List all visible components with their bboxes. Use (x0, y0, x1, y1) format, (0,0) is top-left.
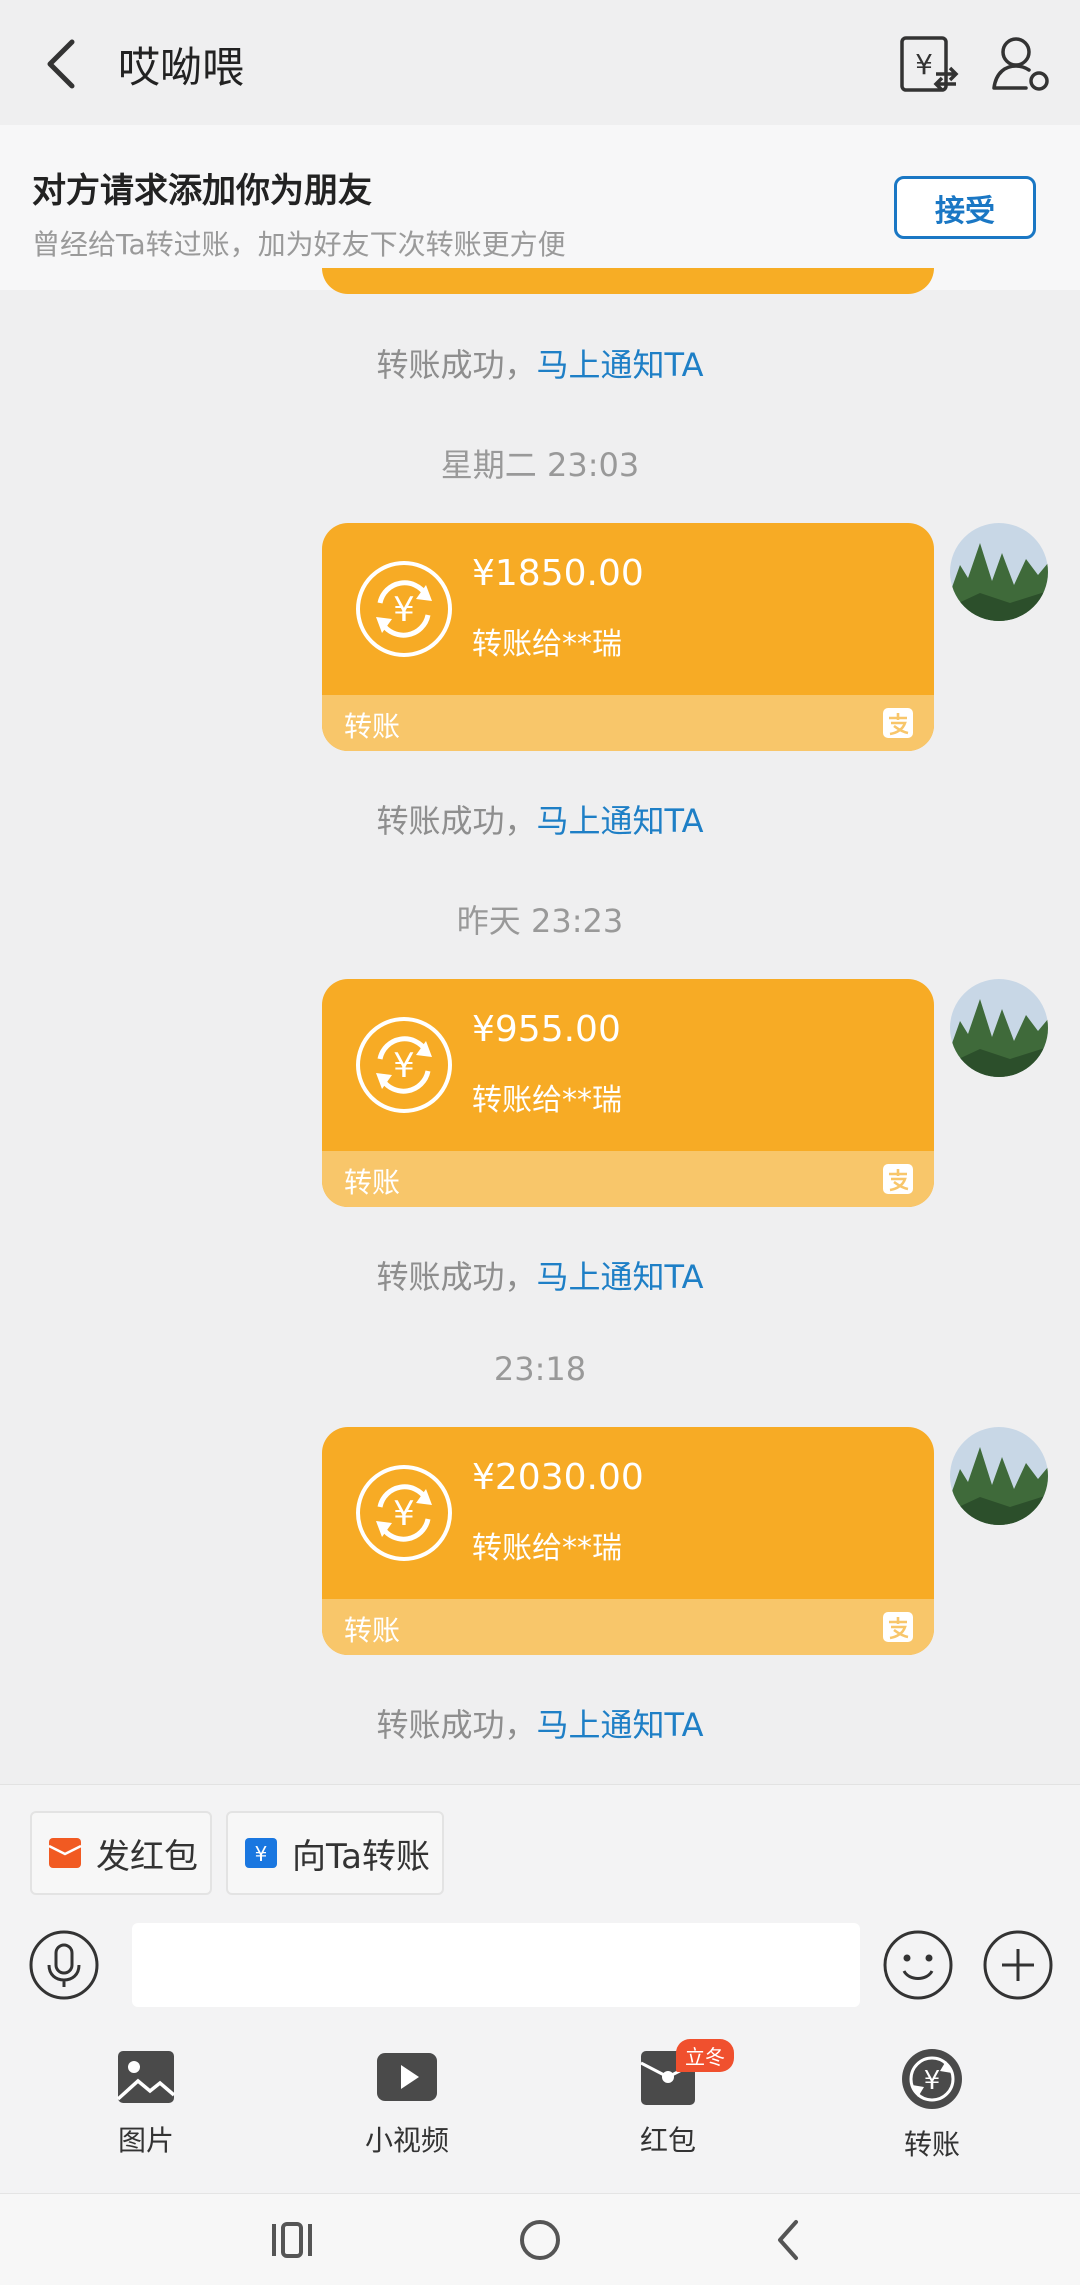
notice-text: 转账成功， (376, 1258, 537, 1296)
tool-label: 转账 (903, 2128, 960, 2161)
transfer-icon: ¥ (902, 2049, 962, 2109)
transfer-description: 转账给**瑞 (472, 1531, 622, 1566)
transfer-description: 转账给**瑞 (472, 1083, 622, 1118)
accept-button[interactable]: 接受 (894, 176, 1036, 239)
svg-text:¥: ¥ (255, 1842, 268, 1866)
festival-badge: 立冬 (676, 2039, 734, 2072)
back-icon (47, 39, 75, 89)
card-body: ¥ ¥955.00 转账给**瑞 (322, 979, 934, 1151)
send-red-packet-button[interactable]: 发红包 (30, 1811, 212, 1895)
notice-text: 转账成功， (376, 346, 537, 384)
transfer-icon: ¥ (245, 1838, 277, 1868)
transfer-amount: ¥2030.00 (472, 1457, 644, 1498)
alipay-icon (883, 1612, 913, 1642)
notify-link[interactable]: 马上通知TA (537, 1706, 704, 1744)
notify-link[interactable]: 马上通知TA (537, 802, 704, 840)
transfer-success-notice: 转账成功，马上通知TA (0, 796, 1080, 842)
transfer-icon: ¥ (356, 1465, 452, 1561)
home-icon[interactable] (510, 2214, 570, 2266)
card-footer: 转账 (322, 695, 934, 751)
card-body: ¥ ¥1850.00 转账给**瑞 (322, 523, 934, 695)
header: 哎呦喂 ¥ (0, 0, 1080, 125)
alipay-icon (883, 708, 913, 738)
transfer-description: 转账给**瑞 (472, 627, 622, 662)
notify-link[interactable]: 马上通知TA (537, 346, 704, 384)
send-red-packet-label: 发红包 (96, 1836, 198, 1877)
avatar-landscape-image (950, 523, 1048, 621)
card-footer-label: 转账 (344, 1166, 401, 1199)
card-footer: 转账 (322, 1151, 934, 1207)
svg-text:¥: ¥ (393, 1046, 415, 1086)
card-footer: 转账 (322, 1599, 934, 1655)
plus-icon[interactable] (982, 1929, 1054, 2001)
svg-text:¥: ¥ (393, 590, 415, 630)
transfer-to-ta-label: 向Ta转账 (292, 1836, 430, 1877)
recent-apps-icon[interactable] (262, 2214, 322, 2266)
transfer-success-notice: 转账成功，马上通知TA (0, 1700, 1080, 1746)
chat-title: 哎呦喂 (118, 43, 245, 92)
tool-red-packet[interactable]: 立冬 红包 (568, 2039, 768, 2159)
avatar-landscape-image (950, 1427, 1048, 1525)
transfer-amount: ¥955.00 (472, 1009, 621, 1050)
back-button[interactable] (32, 28, 92, 98)
avatar-landscape-image (950, 979, 1048, 1077)
avatar[interactable] (950, 979, 1048, 1077)
transfer-to-ta-button[interactable]: ¥ 向Ta转账 (226, 1811, 444, 1895)
tool-label: 小视频 (364, 2124, 449, 2157)
transfer-success-notice: 转账成功，马上通知TA (0, 340, 1080, 386)
avatar[interactable] (950, 523, 1048, 621)
image-icon (116, 2051, 176, 2103)
notice-text: 转账成功， (376, 1706, 537, 1744)
tool-video[interactable]: 小视频 (307, 2047, 507, 2159)
transfer-icon: ¥ (356, 561, 452, 657)
transfer-card[interactable]: ¥ ¥955.00 转账给**瑞 转账 (322, 979, 934, 1207)
notice-text: 转账成功， (376, 802, 537, 840)
notify-link[interactable]: 马上通知TA (537, 1258, 704, 1296)
friend-request-banner: 对方请求添加你为朋友 曾经给Ta转过账，加为好友下次转账更方便 接受 (0, 125, 1080, 290)
person-settings-icon (992, 37, 1049, 91)
timestamp: 23:18 (493, 1350, 587, 1388)
transfer-card[interactable]: ¥ ¥2030.00 转账给**瑞 转账 (322, 1427, 934, 1655)
transfer-icon: ¥ (356, 1017, 452, 1113)
banner-subtitle: 曾经给Ta转过账，加为好友下次转账更方便 (32, 228, 566, 261)
avatar[interactable] (950, 1427, 1048, 1525)
chat-settings-button[interactable] (990, 32, 1054, 96)
nav-back-icon[interactable] (758, 2214, 818, 2266)
input-panel: 发红包 ¥ 向Ta转账 图片 小视频 立冬 红包 ¥ 转账 (0, 1784, 1080, 2193)
alipay-icon (883, 1164, 913, 1194)
tool-transfer[interactable]: ¥ 转账 (832, 2047, 1032, 2163)
tool-label: 红包 (639, 2124, 696, 2157)
transfer-record-button[interactable]: ¥ (896, 32, 960, 96)
transfer-success-notice: 转账成功，马上通知TA (0, 1252, 1080, 1298)
message-input[interactable] (132, 1923, 860, 2007)
svg-text:¥: ¥ (924, 2066, 941, 2096)
voice-icon[interactable] (28, 1929, 100, 2001)
card-footer-label: 转账 (344, 710, 401, 743)
video-icon (377, 2053, 437, 2101)
timestamp: 星期二 23:03 (440, 446, 640, 484)
transfer-record-icon: ¥ (900, 36, 959, 92)
tool-label: 图片 (117, 2124, 174, 2157)
banner-title: 对方请求添加你为朋友 (32, 171, 372, 211)
chat-page: 哎呦喂 ¥ 对方请求添加你为朋友 曾经给Ta转过账，加为好友下次转账更方便 接受… (0, 0, 1080, 2285)
emoji-icon[interactable] (882, 1929, 954, 2001)
tool-image[interactable]: 图片 (46, 2047, 246, 2159)
red-packet-icon (48, 1838, 82, 1868)
transfer-amount: ¥1850.00 (472, 553, 644, 594)
previous-transfer-card[interactable] (322, 268, 934, 294)
svg-text:¥: ¥ (915, 48, 933, 81)
transfer-card[interactable]: ¥ ¥1850.00 转账给**瑞 转账 (322, 523, 934, 751)
svg-text:¥: ¥ (393, 1494, 415, 1534)
system-navigation-bar (0, 2193, 1080, 2285)
card-body: ¥ ¥2030.00 转账给**瑞 (322, 1427, 934, 1599)
card-footer-label: 转账 (344, 1614, 401, 1647)
timestamp: 昨天 23:23 (456, 902, 624, 940)
